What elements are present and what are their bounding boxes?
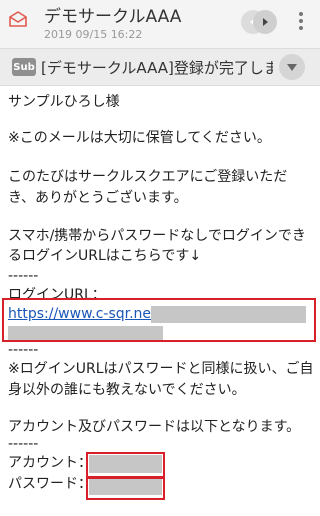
expand-subject-button[interactable] <box>279 54 305 80</box>
account-intro: アカウント及びパスワードは以下となります。 <box>8 419 301 435</box>
mail-open-icon <box>9 11 27 27</box>
separator: ------ <box>8 436 39 452</box>
more-vert-icon <box>297 12 305 30</box>
chevron-right-icon <box>263 18 268 26</box>
subject-text: [デモサークルAAA]登録が完了しました <box>41 59 273 77</box>
email-header: デモサークルAAA 2019 09/15 16:22 <box>0 0 320 48</box>
account-highlight <box>86 452 165 478</box>
notice-text: ※このメールは大切に保管してください。 <box>8 130 271 146</box>
subject-badge: Sub <box>12 58 36 76</box>
login-intro-line-2: るログインURLはこちらです↓ <box>8 248 202 264</box>
account-label: アカウント： <box>8 455 92 471</box>
separator: ------ <box>8 342 39 358</box>
subject-bar: Sub [デモサークルAAA]登録が完了しました <box>0 48 320 86</box>
thanks-line-2: き、ありがとうございます。 <box>8 190 188 206</box>
warning-line-2: 身以外の誰にも教えないでください。 <box>8 382 246 398</box>
next-email-button[interactable] <box>253 10 277 34</box>
separator: ------ <box>8 268 39 284</box>
thanks-line-1: このたびはサークルスクエアにご登録いただ <box>8 169 288 185</box>
email-date: 2019 09/15 16:22 <box>44 28 143 41</box>
sender-title: デモサークルAAA <box>44 7 182 27</box>
login-url-highlight <box>2 298 316 342</box>
chevron-down-icon <box>287 64 297 71</box>
password-highlight <box>86 477 165 500</box>
greeting: サンプルひろし様 <box>8 94 120 110</box>
more-options-button[interactable] <box>297 12 305 34</box>
login-intro-line-1: スマホ/携帯からパスワードなしでログインでき <box>8 228 306 244</box>
password-label: パスワード： <box>8 476 92 492</box>
warning-line-1: ※ログインURLはパスワードと同様に扱い、ご自 <box>8 361 314 377</box>
